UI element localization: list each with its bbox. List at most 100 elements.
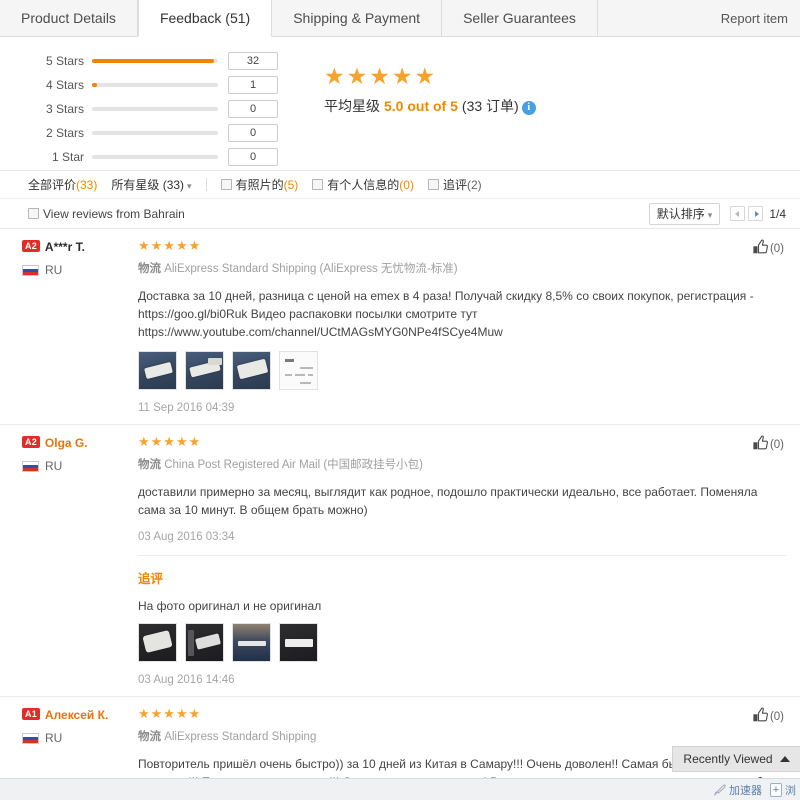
rating-summary: 5 Stars 32 4 Stars 1 3 Stars 0 2 Stars 0… [0,37,800,171]
tab-shipping-payment[interactable]: Shipping & Payment [272,0,443,36]
review-photo-thumbnail[interactable] [138,351,177,390]
report-item-label: Report item [720,10,788,26]
filter-bar: 全部评价(33) 所有星级 (33) ▾ 有照片的(5) 有个人信息的(0) 追评… [0,171,800,199]
logistics-line: 物流 AliExpress Standard Shipping [138,728,786,744]
average-rating-block: ★★★★★ 平均星级 5.0 out of 5 (33 订单) i [324,63,536,116]
rating-bar-track [92,83,218,87]
logistics-line: 物流 China Post Registered Air Mail (中国邮政挂… [138,456,786,472]
country-code: RU [45,459,63,473]
logistics-label: 物流 [138,731,161,743]
pagination: 1/4 [730,206,786,221]
filter-with-personal-info-label: 有个人信息的 [327,178,400,192]
report-item-link[interactable]: Report item [703,0,800,36]
rating-bar-fill [92,83,98,87]
checkbox-icon[interactable] [312,179,324,190]
filter-with-personal-info[interactable]: 有个人信息的(0) [312,176,414,193]
reviewer-info: A2 A***r T. RU [22,239,132,277]
logistics-value: AliExpress Standard Shipping [164,731,317,743]
orders-count: (33 订单) [461,98,519,114]
filter-all-stars[interactable]: 所有星级 (33) ▾ [111,176,191,193]
review-header: A2 Olga G. RU ★★★★★ 物流 China Post Registe… [22,435,786,686]
review-date: 03 Aug 2016 03:34 [138,531,235,543]
filter-with-photos[interactable]: 有照片的(5) [220,176,299,193]
country-code: RU [45,731,63,745]
average-rating-label: 平均星级 [324,98,380,114]
country-code: RU [45,263,63,277]
flag-ru-icon [22,460,39,472]
review-star-rating-icon: ★★★★★ [138,706,202,721]
thumbs-up-icon [752,435,769,454]
review-item: (0) A2 Olga G. RU ★★★★★ 物流 China Post Reg… [0,425,800,697]
rating-bar-count: 0 [228,124,278,142]
follow-up-title: 追评 [138,572,164,586]
average-rating-line: 平均星级 5.0 out of 5 (33 订单) i [324,96,536,116]
tab-product-details[interactable]: Product Details [0,0,138,36]
tab-feedback[interactable]: Feedback (51) [137,0,273,37]
helpful-count: (0) [769,438,784,451]
reviewer-info: A2 Olga G. RU [22,435,132,473]
next-page-button[interactable] [748,206,764,221]
reviewer-country: RU [22,263,132,277]
browser-status-item[interactable]: + 浏 [770,782,796,798]
follow-up-date: 03 Aug 2016 14:46 [138,674,235,686]
rating-bar-count: 32 [228,52,278,70]
sort-dropdown[interactable]: 默认排序 ▾ [648,202,721,225]
rating-bar-count: 0 [228,100,278,118]
helpful-button[interactable]: (0) [752,707,784,726]
filter-with-photos-label: 有照片的 [235,178,284,192]
chevron-down-icon: ▾ [187,181,192,191]
tab-bar: Product Details Feedback (51) Shipping &… [0,0,800,37]
checkbox-icon[interactable] [220,179,232,190]
rating-bar-label: 4 Stars [45,78,84,92]
follow-up-text: На фото оригинал и не оригинал [138,599,322,613]
rating-bar-label: 2 Stars [45,126,84,140]
review-photo-thumbnail[interactable] [232,351,271,390]
filter-follow-up[interactable]: 追评(2) [427,176,482,193]
rocket-icon [713,783,726,797]
reviewer-name[interactable]: Алексей К. [45,708,108,722]
reviewer-name[interactable]: A***r T. [45,240,85,254]
reviewer-country: RU [22,731,132,745]
thumbs-up-icon [752,239,769,258]
country-filter-label: View reviews from Bahrain [43,206,185,221]
review-photo-thumbnail[interactable] [279,351,318,390]
rating-bar-label: 1 Star [51,150,84,164]
chevron-up-icon [779,756,790,762]
checkbox-icon[interactable] [427,179,439,190]
prev-page-button[interactable] [730,206,746,221]
info-icon[interactable]: i [521,101,536,115]
reviewer-identity: A2 A***r T. [22,240,132,254]
review-photo-thumbnail[interactable] [185,351,224,390]
follow-up-review: 追评 На фото оригинал и не оригинал 03 Aug… [138,555,786,686]
filter-with-photos-count: (5) [283,178,299,192]
rating-bar-fill [92,59,215,63]
country-filter[interactable]: View reviews from Bahrain [28,207,185,221]
helpful-button[interactable]: (0) [752,435,784,454]
filter-all-reviews[interactable]: 全部评价(33) [28,176,97,193]
filter-all-reviews-count: (33) [76,178,98,192]
rating-bar-row: 1 Star 0 [36,145,306,169]
reviewer-name[interactable]: Olga G. [45,436,88,450]
view-sort-row: View reviews from Bahrain 默认排序 ▾ 1/4 [0,199,800,229]
logistics-value: AliExpress Standard Shipping (AliExpress… [164,263,458,275]
helpful-button[interactable]: (0) [752,239,784,258]
review-photo-thumbnail[interactable] [279,623,318,662]
follow-up-photos [138,623,786,662]
rating-bar-track [92,59,218,63]
rating-bar-count: 0 [228,148,278,166]
flag-ru-icon [22,264,39,276]
review-photo-thumbnail[interactable] [185,623,224,662]
rating-bar-track [92,131,218,135]
accelerator-status[interactable]: 加速器 [713,782,762,798]
filter-all-stars-label: 所有星级 (33) [111,178,185,192]
tab-seller-guarantees[interactable]: Seller Guarantees [442,0,598,36]
recently-viewed-widget[interactable]: Recently Viewed [672,746,800,772]
checkbox-icon[interactable] [28,208,39,219]
reviewer-info: A1 Алексей К. RU [22,707,132,745]
logistics-value: China Post Registered Air Mail (中国邮政挂号小包… [164,459,424,471]
browser-label: 浏 [785,784,796,797]
review-photo-thumbnail[interactable] [232,623,271,662]
sort-and-pager: 默认排序 ▾ 1/4 [648,202,786,225]
review-photo-thumbnail[interactable] [138,623,177,662]
accelerator-label: 加速器 [729,784,762,797]
